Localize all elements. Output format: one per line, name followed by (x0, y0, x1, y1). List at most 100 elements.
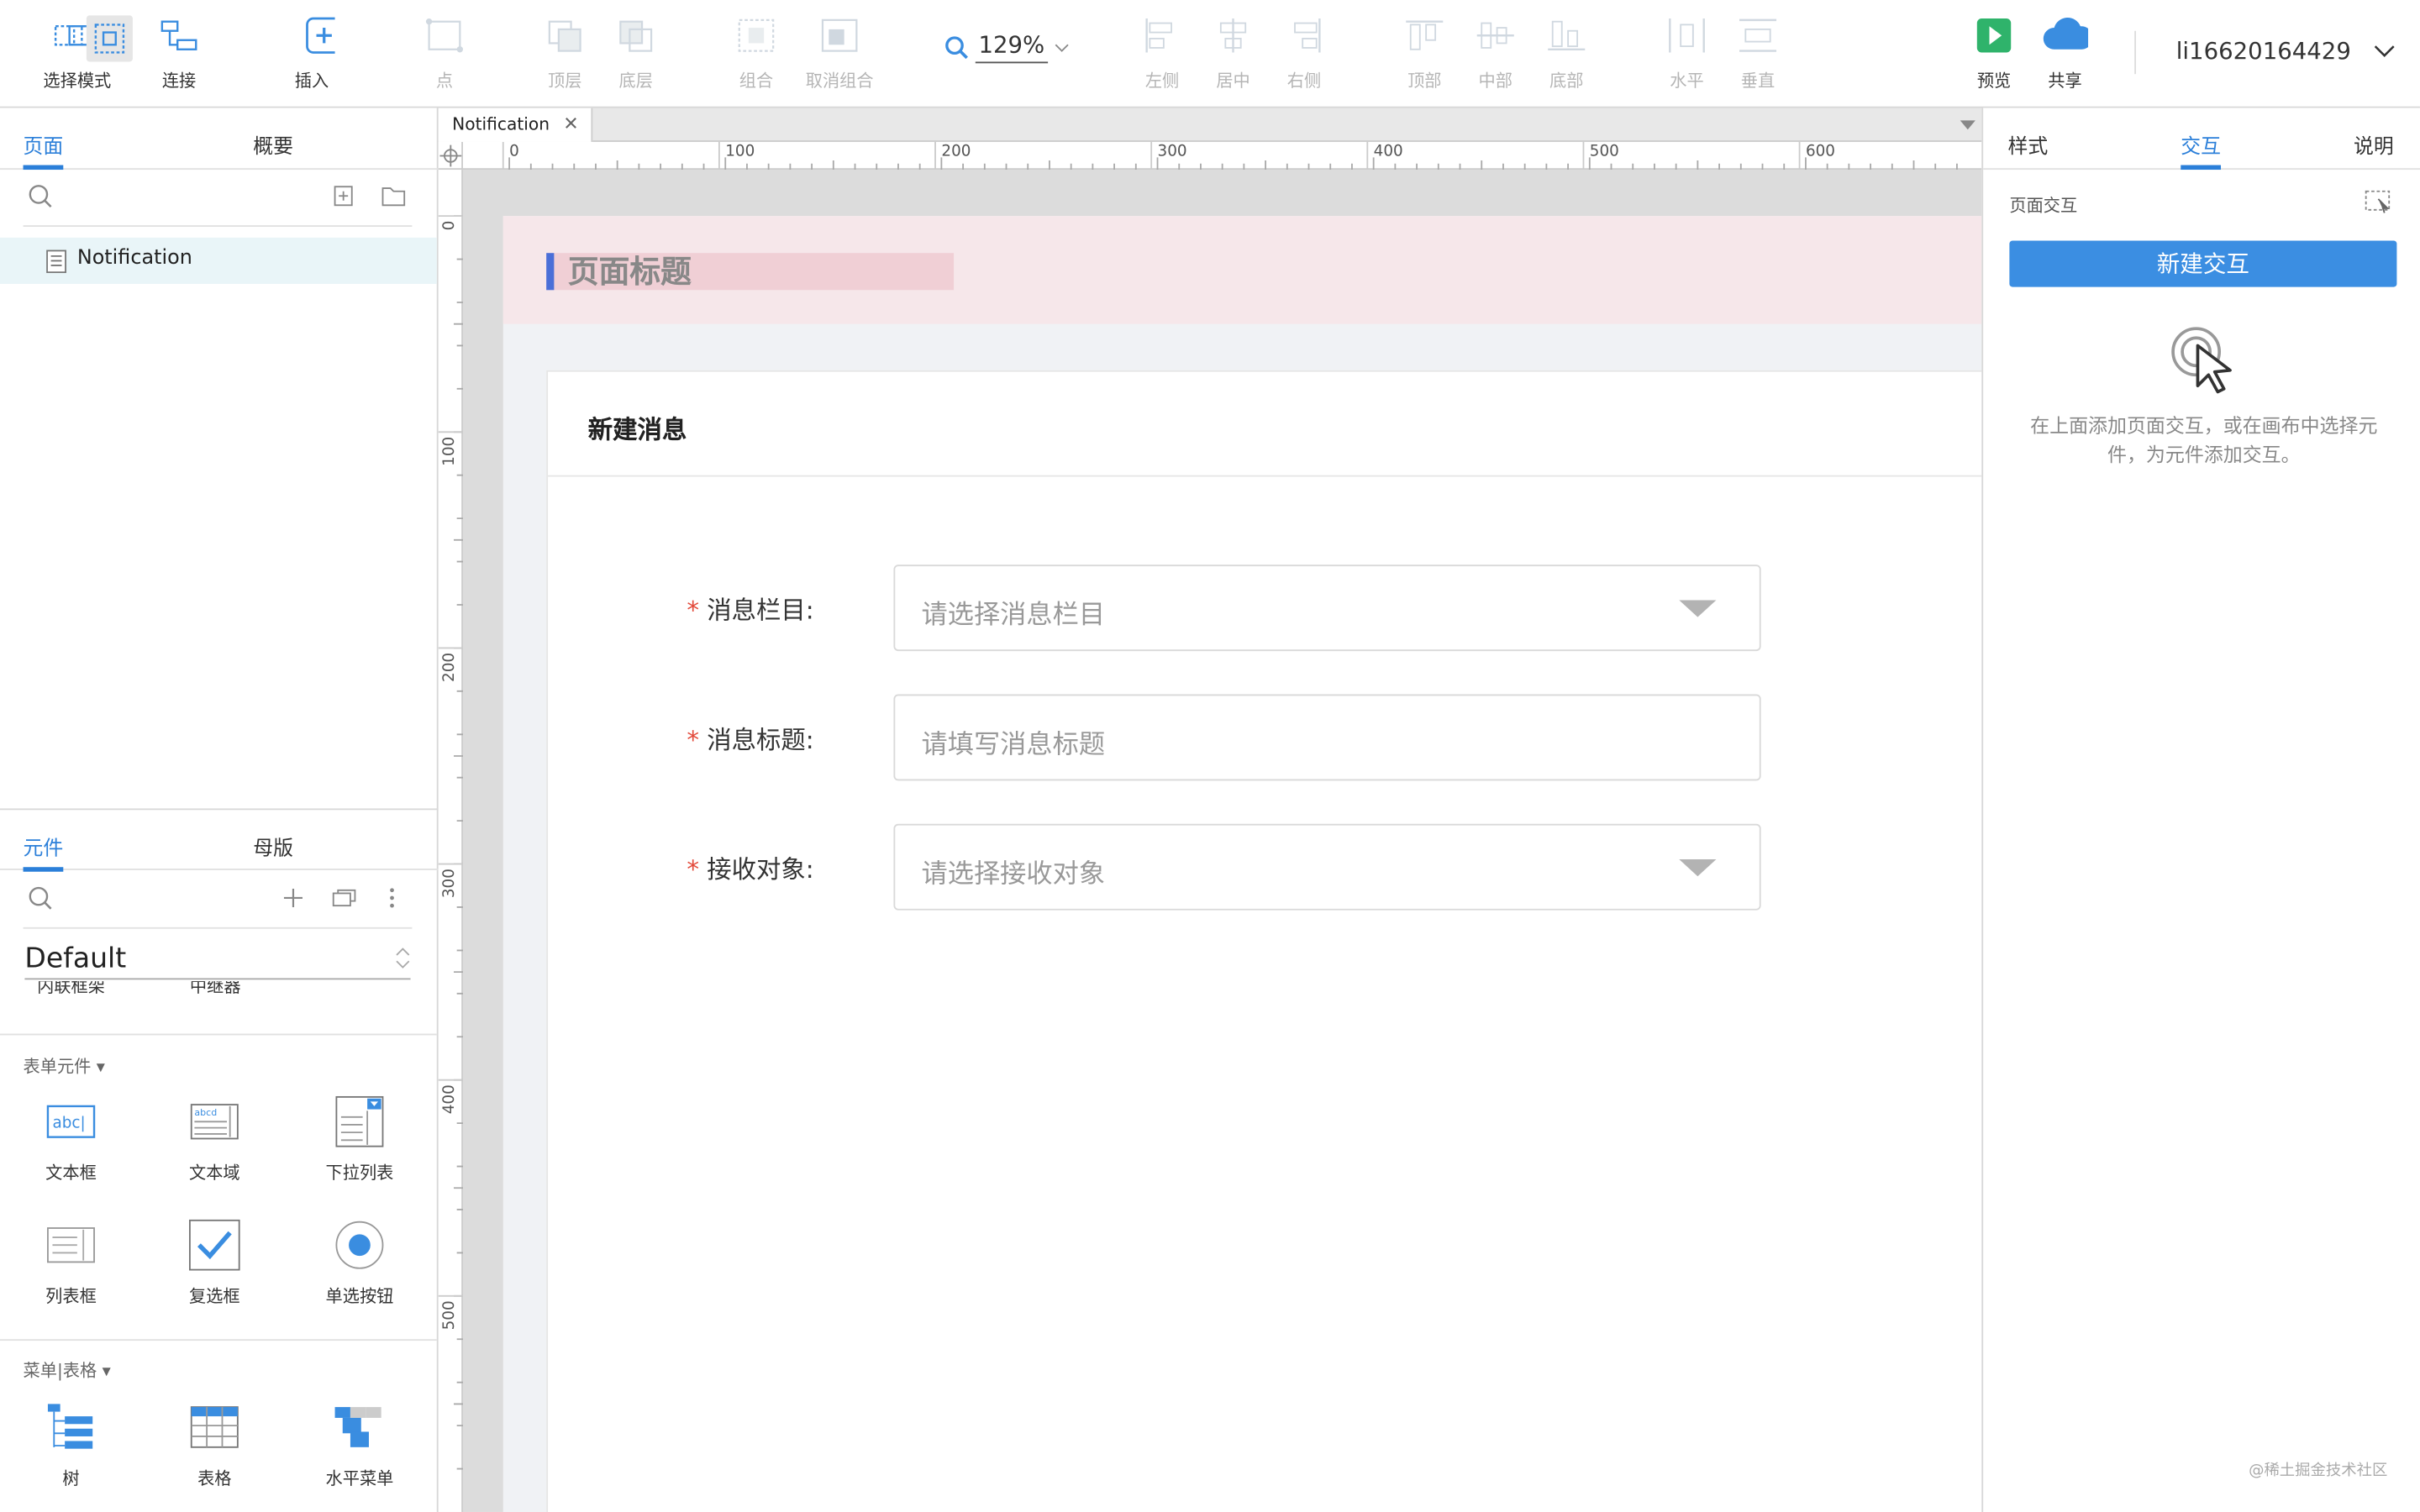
widget-horizontal-menu[interactable]: 水平菜单 (297, 1398, 421, 1490)
svg-text:abcd: abcd (194, 1107, 217, 1118)
align-center-label: 居中 (1216, 71, 1250, 92)
tab-style[interactable]: 样式 (2008, 129, 2049, 160)
add-library-icon[interactable] (282, 887, 304, 909)
library-toolbar (0, 872, 439, 927)
recipient-select[interactable]: 请选择接收对象 (893, 823, 1761, 911)
connect-button[interactable]: 连接 (139, 15, 219, 96)
tab-widgets[interactable]: 元件 (23, 832, 64, 872)
search-icon[interactable] (28, 885, 52, 910)
align-left-button[interactable]: 左侧 (1122, 15, 1202, 96)
bottom-layer-button[interactable]: 底层 (596, 15, 676, 96)
ungroup-icon (817, 15, 863, 55)
doc-tab-notification[interactable]: Notification ✕ (438, 108, 593, 142)
updown-icon (396, 948, 410, 969)
connect-label: 连接 (161, 71, 197, 92)
page-item-label: Notification (76, 246, 192, 270)
align-right-label: 右侧 (1286, 71, 1322, 92)
add-page-icon[interactable] (334, 185, 355, 207)
required-mark: * (687, 595, 700, 625)
tab-outline[interactable]: 概要 (253, 129, 293, 160)
distribute-vertical-button[interactable]: 垂直 (1718, 15, 1798, 96)
widget-label: 列表框 (45, 1286, 97, 1307)
field-label-recipient[interactable]: * 接收对象: (687, 848, 813, 885)
dropdown-arrow-icon (1679, 859, 1717, 877)
align-middle-button[interactable]: 中部 (1455, 15, 1536, 96)
widget-radio[interactable]: 单选按钮 (297, 1215, 421, 1308)
toolbar: 选择模式 连接 插入 点 顶层 底层 组合 取消组合 129% 左侧 居中 右侧… (0, 0, 2420, 108)
widget-textbox[interactable]: abc| 文本框 (9, 1092, 133, 1184)
point-button[interactable]: 点 (404, 15, 485, 96)
new-interaction-button[interactable]: 新建交互 (2009, 240, 2397, 287)
page-item-notification[interactable]: Notification (0, 237, 437, 284)
align-bottom-button[interactable]: 底部 (1526, 15, 1607, 96)
section-menu-table[interactable]: 菜单|表格 ▾ (24, 1357, 111, 1382)
group-button[interactable]: 组合 (716, 15, 797, 96)
bottom-layer-label: 底层 (618, 71, 653, 92)
align-right-button[interactable]: 右侧 (1264, 15, 1344, 96)
library-select[interactable]: Default (24, 942, 411, 980)
close-icon[interactable]: ✕ (563, 113, 578, 134)
widget-dropdown[interactable]: 下拉列表 (297, 1092, 421, 1184)
page-header-band[interactable]: 页面标题 (502, 216, 1982, 324)
ungroup-button[interactable]: 取消组合 (799, 15, 880, 96)
widget-table[interactable]: 表格 (153, 1398, 276, 1490)
title-input[interactable]: 请填写消息标题 (893, 694, 1761, 781)
field-label-text: 接收对象: (707, 854, 814, 885)
select-widget-icon[interactable] (2365, 190, 2392, 214)
tree-icon (47, 1404, 93, 1449)
form-card[interactable]: 新建消息 * 消息栏目: 请选择消息栏目 * 消息标题: 请填写消息标题 * 接… (546, 370, 1982, 1512)
distribute-horizontal-button[interactable]: 水平 (1647, 15, 1728, 96)
select-contained-button[interactable] (86, 15, 133, 62)
crosshair-icon (439, 144, 462, 167)
distribute-horizontal-label: 水平 (1670, 71, 1704, 92)
widget-inline-frame-label[interactable]: 内联框架 (37, 981, 105, 998)
top-layer-icon (542, 15, 588, 55)
widget-checkbox[interactable]: 复选框 (153, 1215, 276, 1308)
manage-library-icon[interactable] (332, 887, 356, 909)
user-menu[interactable]: li16620164429 (2176, 37, 2396, 65)
preview-button[interactable]: 预览 (1954, 15, 2034, 96)
tab-interactions[interactable]: 交互 (2181, 129, 2222, 171)
widget-repeater-label[interactable]: 中继器 (190, 981, 241, 998)
zoom-control[interactable]: 129% (944, 31, 1070, 64)
library-select-value: Default (24, 942, 127, 975)
field-label-title[interactable]: * 消息标题: (687, 719, 813, 756)
widget-listbox[interactable]: 列表框 (9, 1215, 133, 1308)
align-middle-label: 中部 (1478, 71, 1512, 92)
top-layer-button[interactable]: 顶层 (524, 15, 605, 96)
add-folder-icon[interactable] (381, 185, 406, 207)
share-button[interactable]: 共享 (2025, 15, 2106, 96)
widget-label: 文本域 (188, 1163, 240, 1184)
align-top-icon (1402, 15, 1448, 55)
design-page[interactable]: 页面标题 新建消息 * 消息栏目: 请选择消息栏目 * 消息标题: 请填写消息标题 (502, 216, 1982, 1512)
align-center-button[interactable]: 居中 (1193, 15, 1274, 96)
cursor-click-icon (2171, 327, 2232, 394)
preview-label: 预览 (1976, 71, 2012, 92)
insert-icon (288, 15, 335, 55)
ruler-label: 300 (1157, 143, 1187, 161)
card-title[interactable]: 新建消息 (588, 409, 687, 446)
more-icon[interactable] (387, 885, 397, 910)
ruler-label: 500 (1589, 143, 1619, 161)
share-label: 共享 (2048, 71, 2082, 92)
field-label-category[interactable]: * 消息栏目: (687, 590, 813, 627)
search-icon[interactable] (28, 184, 52, 208)
align-bottom-label: 底部 (1549, 71, 1584, 92)
tab-notes[interactable]: 说明 (2354, 129, 2394, 160)
form-row-title: * 消息标题: 请填写消息标题 (548, 694, 1981, 781)
section-form-widgets[interactable]: 表单元件 ▾ (24, 1053, 105, 1078)
tab-overflow-icon[interactable] (1960, 120, 1975, 131)
widget-tree[interactable]: 树 (9, 1398, 133, 1490)
widget-textarea[interactable]: abcd 文本域 (153, 1092, 276, 1184)
tab-pages[interactable]: 页面 (23, 129, 64, 171)
divider (23, 225, 413, 227)
insert-button[interactable]: 插入 (271, 15, 352, 96)
tab-masters[interactable]: 母版 (253, 832, 293, 861)
align-top-button[interactable]: 顶部 (1385, 15, 1465, 96)
page-title[interactable]: 页面标题 (546, 253, 955, 291)
canvas-area[interactable]: Notification ✕ 0 100 200 300 400 500 600 (438, 108, 1982, 1512)
ruler-corner[interactable] (438, 141, 464, 171)
page-icon (46, 249, 66, 274)
svg-text:abc|: abc| (52, 1115, 85, 1132)
category-select[interactable]: 请选择消息栏目 (893, 564, 1761, 652)
